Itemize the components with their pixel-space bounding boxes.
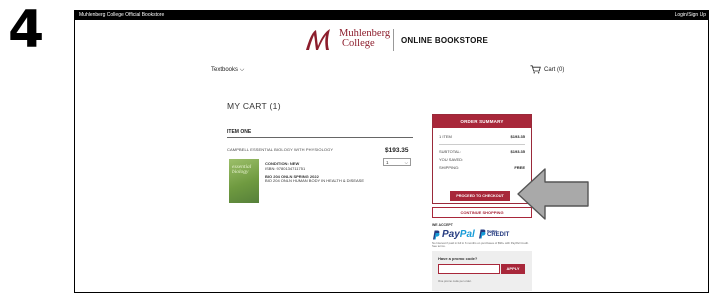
paypal-icon xyxy=(433,230,440,239)
item-heading: ITEM ONE xyxy=(227,129,252,135)
cart-label: Cart (0) xyxy=(544,66,565,73)
summary-subtotal-value: $193.35 xyxy=(510,149,525,154)
summary-saved-row: YOU SAVED: xyxy=(439,157,525,162)
book-cover-title-2: biology xyxy=(232,169,249,175)
promo-code-input[interactable] xyxy=(438,264,500,274)
pointer-arrow-icon xyxy=(517,168,589,220)
summary-shipping-label: SHIPPING: xyxy=(439,165,460,170)
quantity-select[interactable]: 1 ⌵ xyxy=(383,158,411,166)
cart-title: MY CART (1) xyxy=(227,101,281,111)
step-number: 4 xyxy=(8,0,45,60)
cart-icon xyxy=(530,65,541,74)
item-details: CONDITION: NEW ISBN: 9780134711751 BIO 2… xyxy=(265,161,364,184)
login-link[interactable]: Login/Sign Up xyxy=(675,11,706,20)
paypal-credit-words: PayPal CREDIT xyxy=(487,230,510,238)
paypal-credit-word: CREDIT xyxy=(487,232,510,238)
item-title: CAMPBELL ESSENTIAL BIOLOGY WITH PHYSIOLO… xyxy=(227,147,334,152)
paypal-word-pay: Pay xyxy=(442,229,460,240)
paypal-icon xyxy=(479,229,486,239)
logo-wordmark: Muhlenberg College xyxy=(339,28,390,49)
quantity-value: 1 xyxy=(386,160,389,165)
chevron-down-icon: ⌵ xyxy=(404,160,408,165)
summary-items-value: $193.35 xyxy=(510,134,525,139)
item-course-name: BIO 204 ONLN HUMAN BODY IN HEALTH & DISE… xyxy=(265,178,364,184)
order-summary-header: ORDER SUMMARY xyxy=(433,115,531,128)
book-cover-image[interactable]: essential biology xyxy=(229,159,259,203)
book-cover-title: essential biology xyxy=(232,164,251,175)
summary-subtotal-row: SUBTOTAL: $193.35 xyxy=(439,149,525,154)
payment-fine-print: No Interest if paid in full in 6 months … xyxy=(432,241,529,249)
summary-saved-label: YOU SAVED: xyxy=(439,157,464,162)
top-bar: Muhlenberg College Official Bookstore Lo… xyxy=(75,11,708,20)
chevron-down-icon: ⌵ xyxy=(239,67,245,73)
apply-promo-button[interactable]: APPLY xyxy=(501,264,525,274)
muhlenberg-logo-icon[interactable] xyxy=(303,26,337,54)
textbooks-menu[interactable]: Textbooks ⌵ xyxy=(211,67,244,74)
browser-screenshot: Muhlenberg College Official Bookstore Lo… xyxy=(74,10,709,293)
summary-divider xyxy=(439,144,525,145)
we-accept-label: WE ACCEPT xyxy=(432,223,453,227)
store-name: Muhlenberg College Official Bookstore xyxy=(79,12,165,18)
summary-subtotal-label: SUBTOTAL: xyxy=(439,149,461,154)
promo-code-section: Have a promo code? APPLY One promo code … xyxy=(432,251,532,291)
paypal-credit-logo: PayPal CREDIT xyxy=(478,229,509,239)
logo-divider xyxy=(393,29,394,51)
cart-link[interactable]: Cart (0) xyxy=(530,65,564,74)
item-price: $193.35 xyxy=(385,147,409,154)
textbooks-menu-label: Textbooks xyxy=(211,67,239,73)
proceed-to-checkout-button[interactable]: PROCEED TO CHECKOUT xyxy=(450,191,510,201)
promo-code-note: One promo code per order. xyxy=(438,279,472,283)
logo-line-2: College xyxy=(342,38,375,49)
item-divider xyxy=(227,137,413,138)
paypal-word-pal: Pal xyxy=(459,229,475,240)
paypal-logo: Pay Pal xyxy=(432,229,475,240)
summary-shipping-row: SHIPPING: FREE xyxy=(439,165,525,170)
summary-items-row: 1 ITEM $193.35 xyxy=(439,134,525,139)
page-title: ONLINE BOOKSTORE xyxy=(401,36,489,45)
promo-code-label: Have a promo code? xyxy=(438,256,478,261)
summary-items-label: 1 ITEM xyxy=(439,134,452,139)
